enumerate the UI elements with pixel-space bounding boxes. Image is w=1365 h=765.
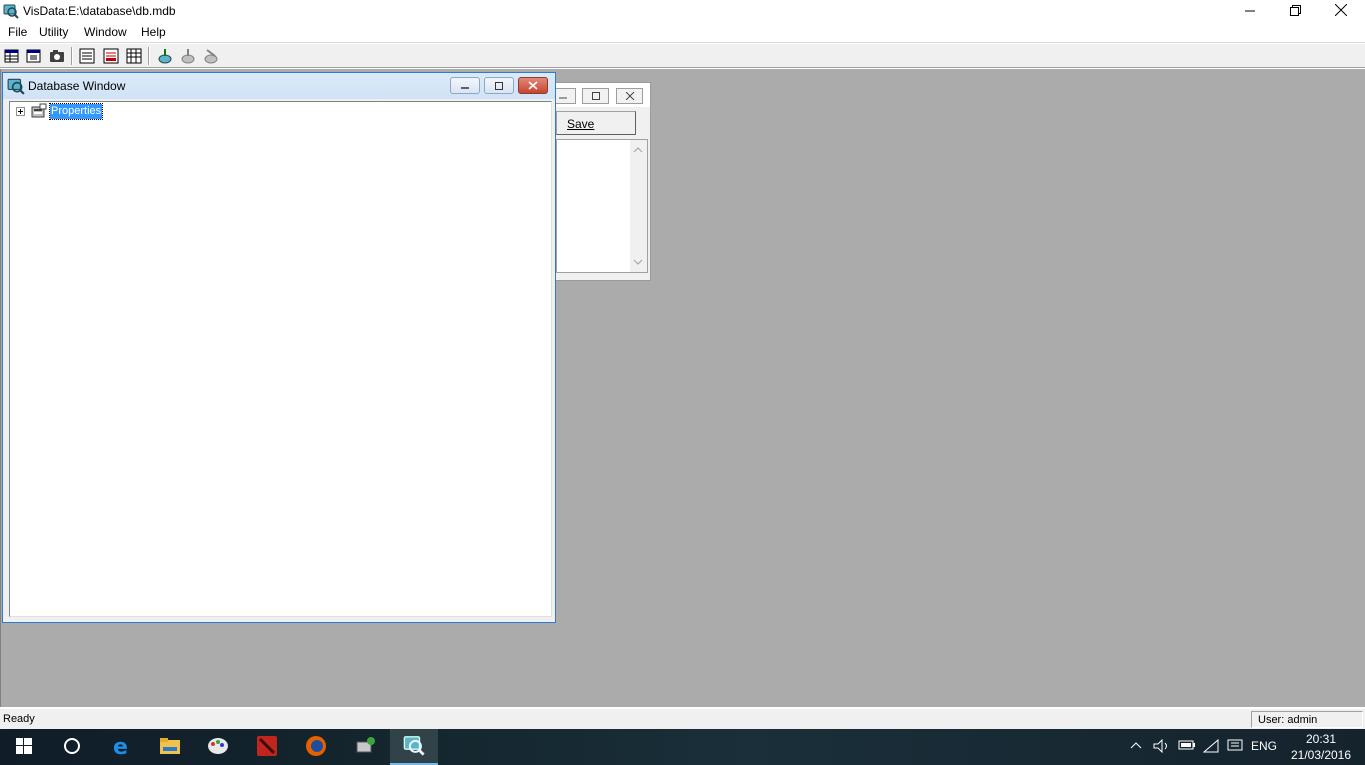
file-explorer-icon	[159, 737, 181, 758]
close-icon	[625, 89, 635, 103]
minimize-icon	[460, 79, 470, 93]
database-window-title-bar[interactable]: Database Window	[3, 73, 555, 99]
status-bar: Ready User: admin	[0, 708, 1365, 729]
snapshot-icon[interactable]	[48, 47, 66, 65]
commit-icon[interactable]	[179, 47, 197, 65]
maximize-icon	[591, 89, 601, 103]
start-button[interactable]	[0, 729, 48, 765]
taskbar-dota[interactable]	[243, 729, 291, 765]
toolbar-separator	[71, 47, 73, 65]
db-close-button[interactable]	[518, 77, 548, 94]
visdata-icon	[402, 734, 426, 759]
tree-expand-icon[interactable]	[16, 107, 25, 116]
battery-icon[interactable]	[1178, 739, 1196, 754]
firefox-icon	[305, 735, 327, 760]
taskbar-file-explorer[interactable]	[146, 729, 194, 765]
taskbar-paint[interactable]	[194, 729, 242, 765]
paint-icon	[207, 736, 229, 759]
tree-item-properties[interactable]: Properties	[48, 103, 104, 120]
taskbar-visdata[interactable]	[390, 729, 438, 765]
clock-time: 20:31	[1305, 732, 1337, 746]
sql-close-button[interactable]	[616, 88, 643, 104]
database-tree-view[interactable]: Properties	[9, 101, 552, 617]
status-user-panel: User: admin	[1251, 711, 1363, 728]
sql-save-label: Save	[567, 117, 595, 131]
close-icon	[1334, 3, 1348, 19]
action-center-icon[interactable]	[1227, 739, 1243, 756]
toolbar	[0, 44, 1365, 68]
sql-vertical-scrollbar[interactable]	[630, 140, 647, 272]
status-text: Ready	[3, 713, 35, 725]
properties-icon	[30, 103, 48, 119]
sql-maximize-button[interactable]	[582, 88, 609, 104]
dynaset-icon[interactable]	[25, 47, 43, 65]
network-app-icon	[354, 736, 376, 759]
edge-icon: e	[111, 735, 133, 760]
cortana-icon	[63, 737, 81, 758]
taskbar-edge[interactable]: e	[98, 729, 146, 765]
taskbar: e ENG 20:31 21/03/2016	[0, 729, 1365, 765]
cortana-button[interactable]	[48, 729, 96, 765]
minimize-icon	[1245, 5, 1255, 19]
table-recordset-icon[interactable]	[3, 47, 21, 65]
show-hidden-icons[interactable]	[1130, 739, 1142, 753]
dota-icon	[257, 735, 277, 759]
taskbar-firefox[interactable]	[292, 729, 340, 765]
close-icon	[528, 79, 538, 93]
db-minimize-button[interactable]	[450, 77, 480, 94]
app-title-bar: VisData:E:\database\db.mdb	[0, 0, 1365, 23]
database-window[interactable]: Database Window Properties	[2, 72, 556, 623]
minimize-icon	[558, 89, 568, 103]
rollback-icon[interactable]	[202, 47, 220, 65]
wifi-icon[interactable]	[1202, 738, 1221, 756]
clock-date: 21/03/2016	[1290, 748, 1352, 762]
toolbar-separator	[148, 47, 150, 65]
menu-utility[interactable]: Utility	[37, 25, 70, 39]
start-icon	[16, 737, 32, 757]
scroll-up-icon[interactable]	[633, 143, 643, 157]
app-title: VisData:E:\database\db.mdb	[23, 4, 176, 18]
db-maximize-button[interactable]	[484, 77, 514, 94]
menu-file[interactable]: File	[6, 25, 29, 39]
restore-icon	[1289, 4, 1301, 19]
menu-help[interactable]: Help	[139, 25, 168, 39]
taskbar-clock[interactable]: 20:31 21/03/2016	[1288, 731, 1354, 763]
minimize-button[interactable]	[1227, 0, 1273, 23]
maximize-icon	[494, 79, 504, 93]
svg-text:e: e	[113, 735, 128, 757]
volume-icon[interactable]	[1153, 738, 1171, 756]
data-control-icon[interactable]	[102, 47, 120, 65]
close-button[interactable]	[1318, 0, 1364, 23]
input-language[interactable]: ENG	[1251, 739, 1277, 753]
database-window-title: Database Window	[28, 79, 126, 93]
sql-statement-window[interactable]: Save	[545, 82, 651, 281]
scroll-down-icon[interactable]	[633, 255, 643, 269]
taskbar-network-app[interactable]	[341, 729, 389, 765]
sql-text-area[interactable]	[556, 139, 648, 273]
menu-window[interactable]: Window	[82, 25, 129, 39]
restore-button[interactable]	[1272, 0, 1318, 23]
visdata-app-icon[interactable]	[3, 3, 19, 19]
begin-transaction-icon[interactable]	[156, 47, 174, 65]
database-window-icon	[7, 77, 25, 95]
form-control-icon[interactable]	[78, 47, 96, 65]
sql-save-button[interactable]: Save	[556, 111, 636, 135]
menu-bar: File Utility Window Help	[0, 23, 1365, 43]
grid-icon[interactable]	[125, 47, 143, 65]
